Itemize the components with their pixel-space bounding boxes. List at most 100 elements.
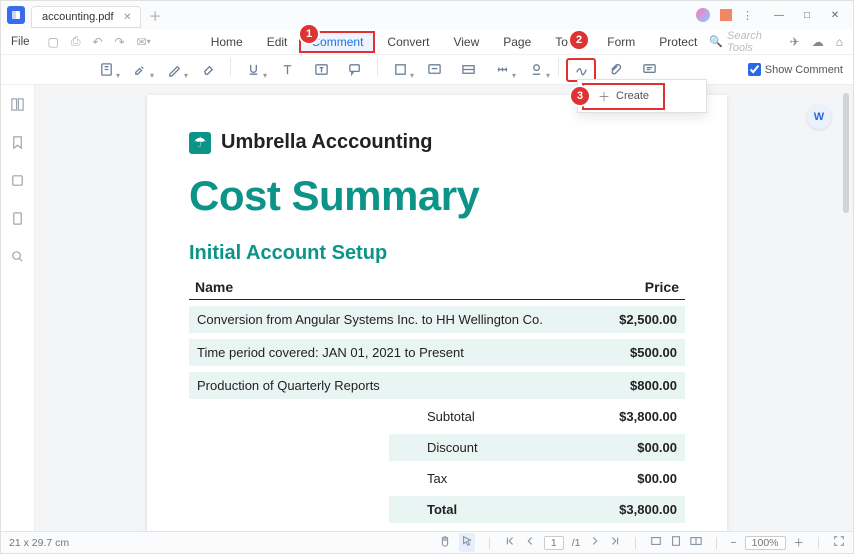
- cell-name: Time period covered: JAN 01, 2021 to Pre…: [197, 345, 567, 360]
- comments-panel-tool[interactable]: [634, 58, 664, 82]
- menu-page[interactable]: Page: [491, 31, 543, 53]
- redo-icon[interactable]: ↷: [115, 34, 125, 49]
- callout-tool[interactable]: [340, 58, 370, 82]
- measure-tool[interactable]: ▾: [487, 58, 517, 82]
- stamp-tool[interactable]: ▾: [521, 58, 551, 82]
- area-highlight-tool[interactable]: [453, 58, 483, 82]
- summary-label: Subtotal: [417, 409, 567, 424]
- brand-header: ☂ Umbrella Acccounting: [189, 131, 685, 154]
- col-price: Price: [569, 279, 679, 295]
- mail-icon[interactable]: ✉▾: [137, 34, 151, 49]
- zoom-in-icon[interactable]: ＋: [794, 535, 805, 550]
- thumbnails-icon[interactable]: [10, 97, 25, 117]
- cell-price: $800.00: [567, 378, 677, 393]
- cloud-icon[interactable]: ☁: [812, 35, 824, 49]
- select-tool-icon[interactable]: [459, 533, 475, 552]
- summary-value: $00.00: [567, 471, 677, 486]
- close-window-button[interactable]: ✕: [821, 4, 849, 26]
- menu-edit[interactable]: Edit: [255, 31, 300, 53]
- prev-page-icon[interactable]: [524, 535, 536, 550]
- home-return-icon[interactable]: ⌂: [836, 35, 843, 49]
- new-tab-button[interactable]: ＋: [149, 6, 162, 25]
- zoom-out-icon[interactable]: −: [731, 537, 737, 549]
- last-page-icon[interactable]: [609, 535, 621, 550]
- cost-table: Name Price Conversion from Angular Syste…: [189, 275, 685, 523]
- maximize-button[interactable]: □: [793, 4, 821, 26]
- summary-row: Subtotal$3,800.00: [389, 403, 685, 430]
- quick-access-toolbar: ▢ ⎙ ↶ ↷ ✉▾: [40, 34, 159, 49]
- summary-label: Discount: [417, 440, 567, 455]
- summary-value: $3,800.00: [567, 409, 677, 424]
- kebab-menu-icon[interactable]: ⋮: [742, 9, 753, 22]
- create-signature-button[interactable]: ＋ Create: [582, 83, 665, 110]
- comment-toolbar: ▾ ▾ ▾ ▾ ▾ ▾ ▾ Show Comment: [1, 55, 853, 85]
- text-tool[interactable]: [272, 58, 302, 82]
- table-row: Conversion from Angular Systems Inc. to …: [189, 306, 685, 333]
- document-tab[interactable]: accounting.pdf ✕: [31, 6, 141, 28]
- page-total: /1: [572, 537, 581, 549]
- file-menu[interactable]: File: [1, 36, 40, 48]
- underline-tool[interactable]: ▾: [238, 58, 268, 82]
- page-viewport[interactable]: W ☂ Umbrella Acccounting Cost Summary In…: [35, 85, 839, 531]
- highlight-tool[interactable]: ▾: [125, 58, 155, 82]
- summary-row: Total$3,800.00: [389, 496, 685, 523]
- zoom-level[interactable]: 100%: [745, 536, 786, 550]
- document-page: ☂ Umbrella Acccounting Cost Summary Init…: [147, 95, 727, 531]
- menu-home[interactable]: Home: [199, 31, 255, 53]
- fullscreen-icon[interactable]: [833, 535, 845, 550]
- note-tool[interactable]: ▾: [91, 58, 121, 82]
- section-heading: Initial Account Setup: [189, 242, 685, 265]
- account-avatar-icon[interactable]: [696, 8, 710, 22]
- close-tab-icon[interactable]: ✕: [123, 12, 131, 23]
- undo-icon[interactable]: ↶: [92, 34, 102, 49]
- next-page-icon[interactable]: [589, 535, 601, 550]
- shape-tool[interactable]: ▾: [385, 58, 415, 82]
- save-icon[interactable]: ▢: [48, 34, 59, 49]
- app-logo-icon: [7, 6, 25, 24]
- read-mode-icon[interactable]: [690, 535, 702, 550]
- pencil-tool[interactable]: ▾: [159, 58, 189, 82]
- vertical-scrollbar[interactable]: [839, 85, 853, 531]
- cell-price: $2,500.00: [567, 312, 677, 327]
- search-tools[interactable]: Search Tools: [727, 30, 784, 54]
- col-name: Name: [195, 279, 569, 295]
- cell-price: $500.00: [567, 345, 677, 360]
- bookmark-icon[interactable]: [10, 135, 25, 155]
- word-export-badge[interactable]: W: [807, 105, 831, 129]
- menu-convert[interactable]: Convert: [375, 31, 441, 53]
- cell-name: Conversion from Angular Systems Inc. to …: [197, 312, 567, 327]
- page-current[interactable]: 1: [544, 536, 564, 550]
- cell-name: Production of Quarterly Reports: [197, 378, 567, 393]
- text-comment-tool[interactable]: [419, 58, 449, 82]
- attachments-icon[interactable]: [10, 211, 25, 231]
- table-row: Production of Quarterly Reports$800.00: [189, 372, 685, 399]
- app-window: 1 2 3 accounting.pdf ✕ ＋ ⋮ — □ ✕ File ▢ …: [0, 0, 854, 554]
- fit-page-icon[interactable]: [670, 535, 682, 550]
- hand-tool-icon[interactable]: [439, 535, 451, 550]
- menu-protect[interactable]: Protect: [647, 31, 709, 53]
- attachment-tool[interactable]: [600, 58, 630, 82]
- print-icon[interactable]: ⎙: [71, 34, 81, 49]
- show-comment-toggle[interactable]: Show Comment: [748, 63, 843, 76]
- scrollbar-thumb[interactable]: [843, 93, 849, 213]
- summary-label: Tax: [417, 471, 567, 486]
- table-header: Name Price: [189, 275, 685, 300]
- fit-width-icon[interactable]: [650, 535, 662, 550]
- menu-view[interactable]: View: [441, 31, 491, 53]
- apps-icon[interactable]: [720, 9, 732, 21]
- first-page-icon[interactable]: [504, 535, 516, 550]
- menu-form[interactable]: Form: [595, 31, 647, 53]
- table-row: Time period covered: JAN 01, 2021 to Pre…: [189, 339, 685, 366]
- signature-tool[interactable]: [566, 58, 596, 82]
- workspace: W ☂ Umbrella Acccounting Cost Summary In…: [1, 85, 853, 531]
- layers-icon[interactable]: [10, 173, 25, 193]
- show-comment-checkbox[interactable]: [748, 63, 761, 76]
- menubar: File ▢ ⎙ ↶ ↷ ✉▾ HomeEditCommentConvertVi…: [1, 29, 853, 55]
- summary-row: Discount$00.00: [389, 434, 685, 461]
- send-icon[interactable]: ✈: [790, 35, 800, 49]
- minimize-button[interactable]: —: [765, 4, 793, 26]
- search-panel-icon[interactable]: [10, 249, 25, 269]
- textbox-tool[interactable]: [306, 58, 336, 82]
- document-title: Cost Summary: [189, 172, 685, 220]
- eraser-tool[interactable]: [193, 58, 223, 82]
